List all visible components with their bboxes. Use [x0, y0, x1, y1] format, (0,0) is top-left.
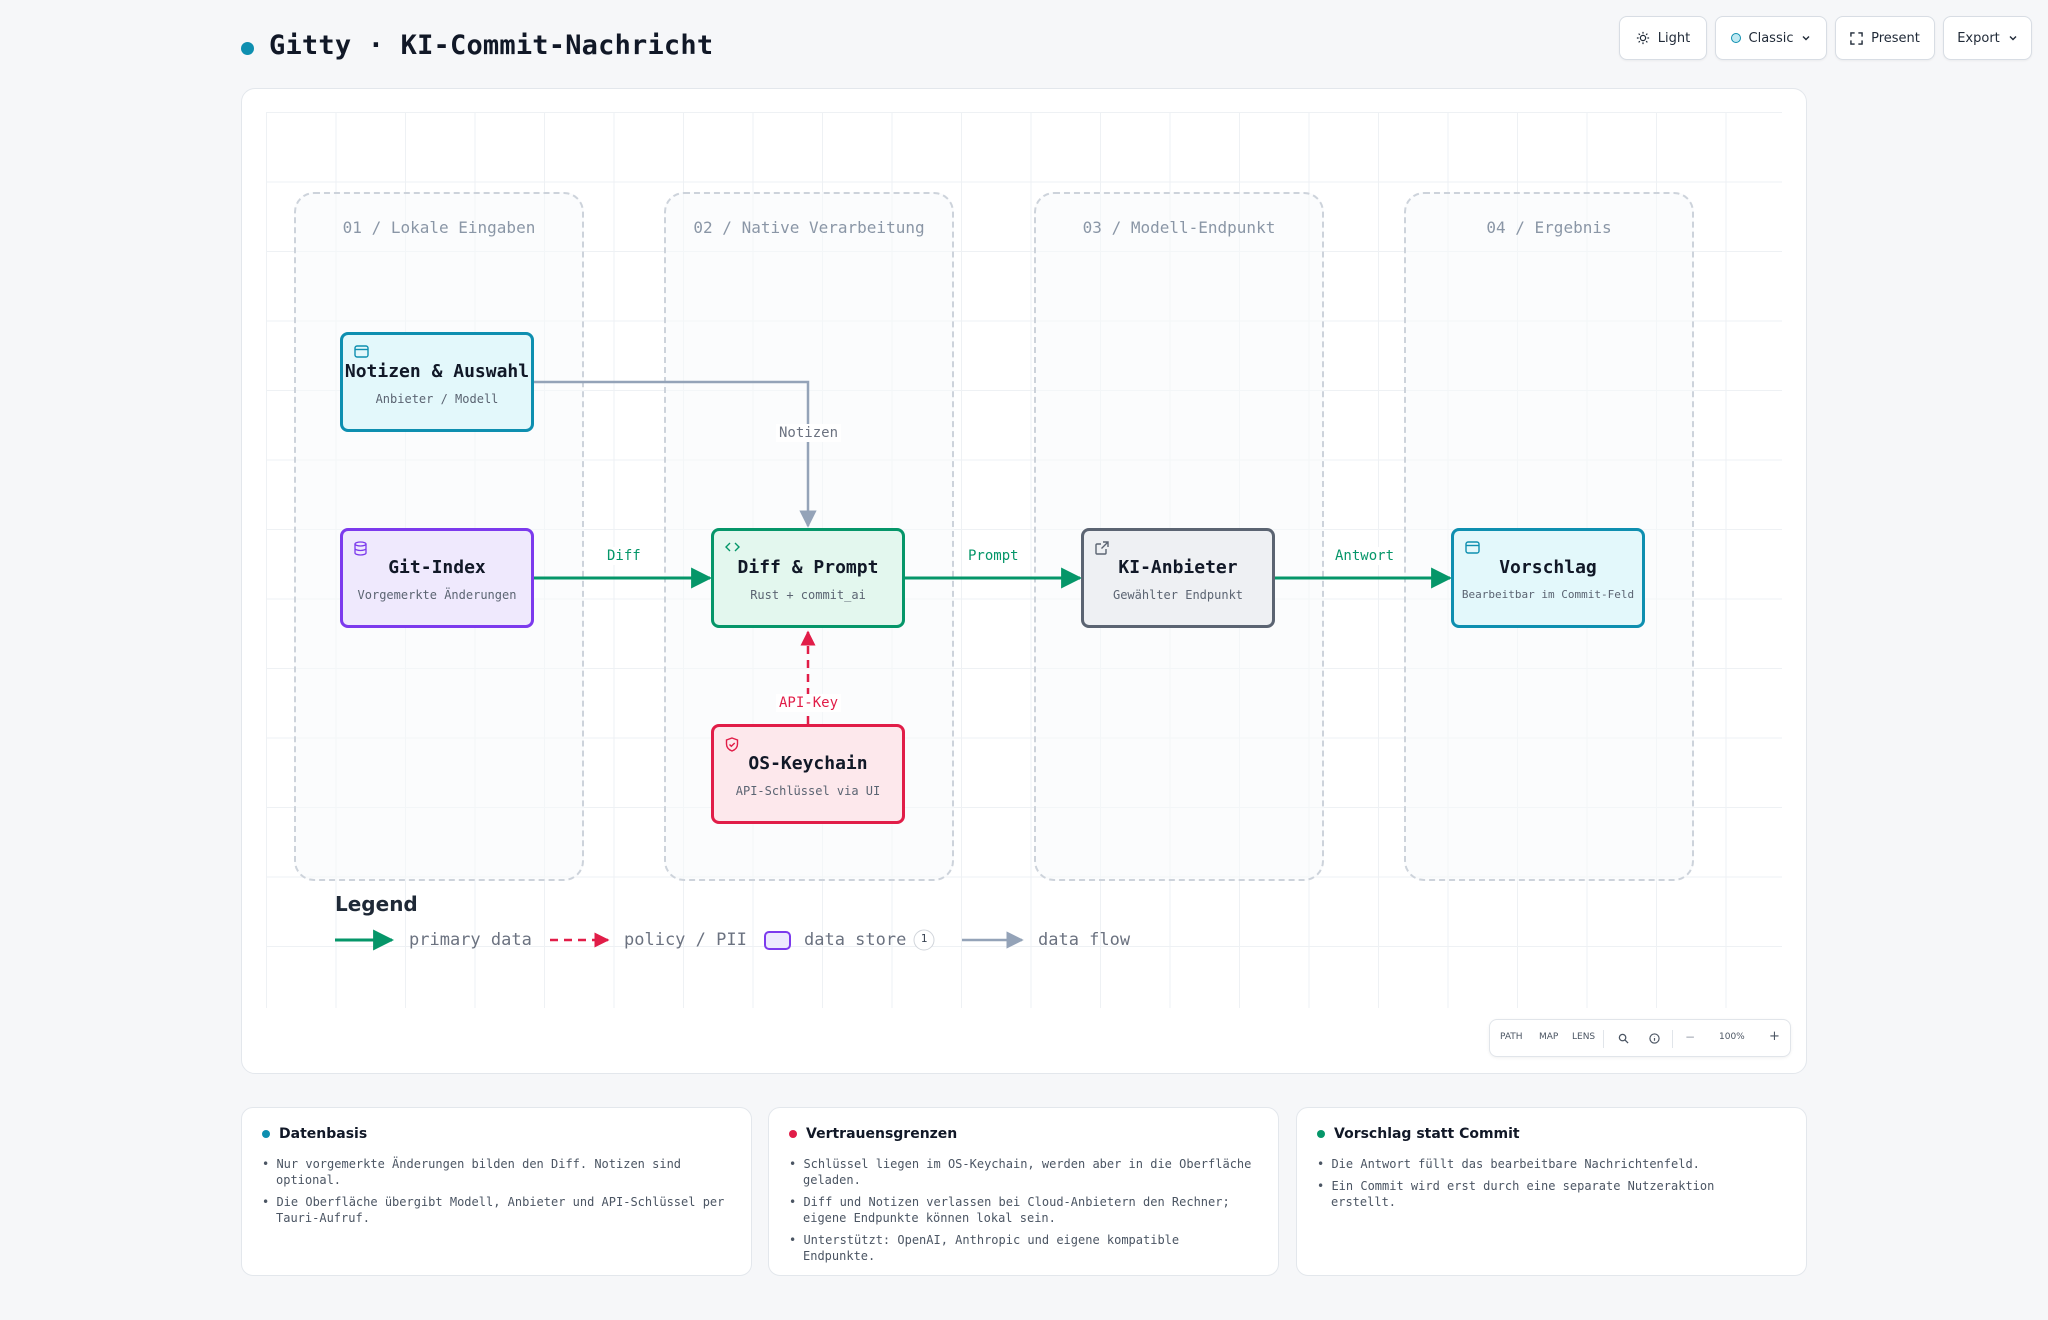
- node-title: Notizen & Auswahl: [344, 361, 530, 382]
- list-item: Die Antwort füllt das bearbeitbare Nachr…: [1317, 1156, 1786, 1172]
- classic-dropdown-label: Classic: [1748, 30, 1794, 46]
- database-icon: [354, 541, 367, 556]
- list-item: Ein Commit wird erst durch eine separate…: [1317, 1178, 1786, 1210]
- legend-policy-label: policy / PII: [624, 930, 747, 950]
- card-title: Vorschlag statt Commit: [1334, 1126, 1520, 1142]
- card-dot: [262, 1130, 270, 1138]
- export-dropdown[interactable]: Export: [1943, 16, 2032, 60]
- sun-icon: [1636, 31, 1649, 45]
- lane-title: 04 / Ergebnis: [1486, 218, 1612, 237]
- node-notes-selection[interactable]: Notizen & Auswahl Anbieter / Modell: [340, 332, 534, 432]
- zoom-level: 100%: [1719, 1032, 1745, 1042]
- lane-title: 01 / Lokale Eingaben: [342, 218, 536, 237]
- window-icon: [354, 345, 369, 358]
- node-git-index[interactable]: Git-Index Vorgemerkte Änderungen: [340, 528, 534, 628]
- controls-divider: [1672, 1030, 1673, 1048]
- info-card-vertrauensgrenzen: Vertrauensgrenzen Schlüssel liegen im OS…: [768, 1107, 1279, 1276]
- list-item: Schlüssel liegen im OS-Keychain, werden …: [789, 1156, 1258, 1188]
- shield-icon: [725, 737, 739, 752]
- list-item: Unterstützt: OpenAI, Anthropic und eigen…: [789, 1232, 1258, 1264]
- lens-button[interactable]: LENS: [1572, 1032, 1595, 1042]
- edge-label-prompt: Prompt: [965, 547, 1022, 565]
- node-title: Diff & Prompt: [737, 557, 879, 578]
- info-card-vorschlag-statt-commit: Vorschlag statt Commit Die Antwort füllt…: [1296, 1107, 1807, 1276]
- card-title: Datenbasis: [279, 1126, 368, 1142]
- export-dropdown-label: Export: [1957, 30, 2000, 46]
- classic-swatch-icon: [1730, 33, 1741, 43]
- canvas-controls: PATH MAP LENS − 100% +: [1489, 1019, 1791, 1057]
- title-dot: [241, 42, 254, 55]
- card-dot: [1317, 1130, 1325, 1138]
- fullscreen-icon: [1850, 31, 1863, 45]
- edge-label-notizen: Notizen: [776, 424, 842, 442]
- search-icon[interactable]: [1618, 1033, 1629, 1044]
- node-ki-anbieter[interactable]: KI-Anbieter Gewählter Endpunkt: [1081, 528, 1275, 628]
- node-subtitle: Rust + commit_ai: [750, 588, 866, 602]
- edge-label-antwort: Antwort: [1332, 547, 1398, 565]
- code-icon: [725, 542, 740, 552]
- node-subtitle: Vorgemerkte Änderungen: [357, 588, 517, 602]
- list-item: Die Oberfläche übergibt Modell, Anbieter…: [262, 1194, 731, 1226]
- map-button[interactable]: MAP: [1539, 1032, 1558, 1042]
- node-title: Git-Index: [388, 557, 486, 578]
- node-vorschlag[interactable]: Vorschlag Bearbeitbar im Commit-Feld: [1451, 528, 1645, 628]
- zoom-out-button[interactable]: −: [1685, 1030, 1695, 1044]
- edge-label-api-key: API-Key: [776, 694, 842, 712]
- lane-title: 03 / Modell-Endpunkt: [1082, 218, 1276, 237]
- light-theme-button[interactable]: Light: [1619, 16, 1707, 60]
- node-subtitle: Bearbeitbar im Commit-Feld: [1461, 588, 1635, 601]
- edge-label-diff: Diff: [604, 547, 644, 565]
- page-title: Gitty · KI-Commit-Nachricht: [269, 30, 714, 61]
- zoom-in-button[interactable]: +: [1769, 1029, 1780, 1044]
- node-title: Vorschlag: [1499, 557, 1597, 578]
- light-button-label: Light: [1657, 30, 1691, 46]
- controls-divider: [1603, 1030, 1604, 1048]
- legend-store-count: 1: [920, 932, 928, 945]
- window-icon: [1465, 541, 1480, 554]
- legend-title: Legend: [335, 892, 418, 916]
- legend-flow-label: data flow: [1038, 930, 1131, 950]
- lane-title: 02 / Native Verarbeitung: [693, 218, 925, 237]
- classic-style-dropdown[interactable]: Classic: [1715, 16, 1827, 60]
- card-title: Vertrauensgrenzen: [806, 1126, 958, 1142]
- node-title: OS-Keychain: [748, 753, 868, 774]
- path-button[interactable]: PATH: [1500, 1032, 1523, 1042]
- info-icon[interactable]: [1649, 1033, 1660, 1044]
- card-dot: [789, 1130, 797, 1138]
- list-item: Nur vorgemerkte Änderungen bilden den Di…: [262, 1156, 731, 1188]
- chevron-down-icon: [2009, 36, 2017, 41]
- external-link-icon: [1095, 541, 1109, 555]
- node-os-keychain[interactable]: OS-Keychain API-Schlüssel via UI: [711, 724, 905, 824]
- legend-primary-label: primary data: [409, 930, 532, 950]
- info-card-datenbasis: Datenbasis Nur vorgemerkte Änderungen bi…: [241, 1107, 752, 1276]
- present-button[interactable]: Present: [1835, 16, 1935, 60]
- node-subtitle: Anbieter / Modell: [375, 392, 499, 406]
- node-subtitle: Gewählter Endpunkt: [1112, 588, 1244, 602]
- legend-store-label: data store: [804, 930, 907, 950]
- chevron-down-icon: [1802, 36, 1810, 41]
- node-subtitle: API-Schlüssel via UI: [735, 784, 881, 798]
- node-diff-prompt[interactable]: Diff & Prompt Rust + commit_ai: [711, 528, 905, 628]
- list-item: Diff und Notizen verlassen bei Cloud-Anb…: [789, 1194, 1258, 1226]
- present-button-label: Present: [1871, 30, 1920, 46]
- node-title: KI-Anbieter: [1118, 557, 1238, 578]
